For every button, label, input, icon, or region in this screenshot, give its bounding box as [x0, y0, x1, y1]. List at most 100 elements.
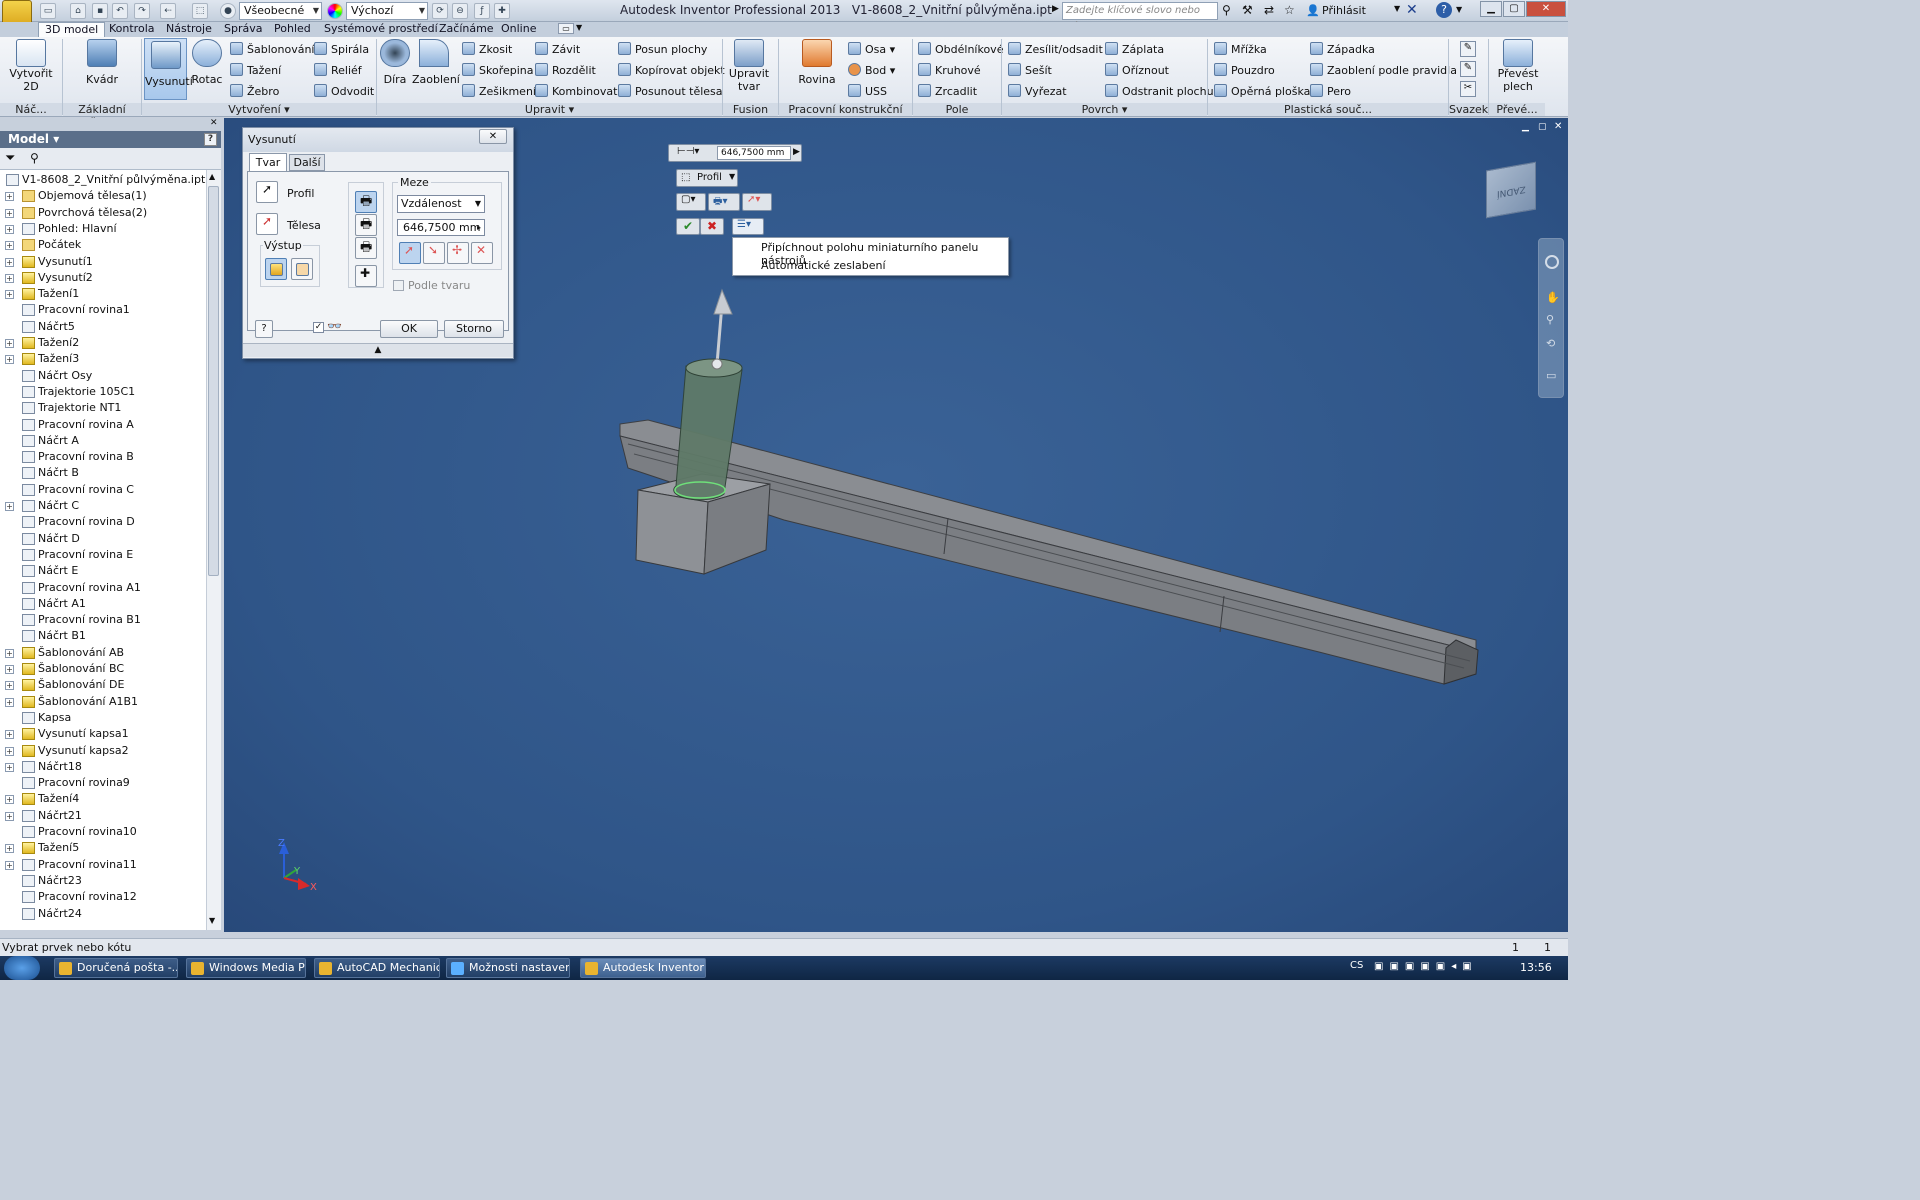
rule-fillet-button[interactable]: Zaoblení podle pravidla — [1310, 63, 1457, 77]
expand-icon[interactable]: + — [5, 860, 14, 870]
tab-view[interactable]: Pohled — [268, 22, 317, 37]
expand-icon[interactable]: + — [5, 192, 14, 202]
pan-icon[interactable]: ✋ — [1546, 291, 1560, 304]
view-restore-icon[interactable]: ▢ — [1538, 122, 1547, 132]
symmetric-button[interactable]: ✢ — [447, 242, 469, 264]
group-plastic-part[interactable]: Plastická souč... — [1208, 103, 1448, 116]
binoculars-icon[interactable]: ⚲ — [1222, 3, 1231, 17]
distance-mode-icon[interactable]: ⊢⊣▾ — [677, 146, 699, 157]
profile-select-button[interactable]: ➚ — [256, 181, 278, 203]
split-button[interactable]: Rozdělit — [535, 63, 596, 77]
direction-1-button[interactable]: ➚ — [399, 242, 421, 264]
extents-type-select[interactable]: Vzdálenost ▼ — [397, 195, 485, 213]
expand-icon[interactable]: + — [5, 730, 14, 740]
return-icon[interactable]: ⇠ — [160, 3, 176, 19]
exchange-apps-icon[interactable]: ✕ — [1406, 2, 1418, 18]
view-close-icon[interactable]: ✕ — [1554, 121, 1562, 132]
star-icon[interactable]: ☆ — [1284, 3, 1295, 17]
sculpt-button[interactable]: Vyřezat — [1008, 84, 1067, 98]
expand-icon[interactable]: + — [5, 648, 14, 658]
emboss-button[interactable]: Reliéf — [314, 63, 362, 77]
sweep-button[interactable]: Tažení — [230, 63, 281, 77]
color-icon[interactable] — [327, 3, 343, 19]
mirror-button[interactable]: Zrcadlit — [918, 84, 977, 98]
undo-icon[interactable]: ↶ — [112, 3, 128, 19]
mini-profile-button[interactable]: ⬚ Profil ▼ — [676, 169, 738, 187]
rest-button[interactable]: Opěrná ploška — [1214, 84, 1310, 98]
patch-button[interactable]: Záplata — [1105, 42, 1164, 56]
distance-flyout-icon[interactable]: ▸ — [477, 220, 481, 235]
expand-icon[interactable]: + — [5, 681, 14, 691]
minimize-button[interactable]: ▁ — [1480, 1, 1502, 17]
tab-shape[interactable]: Tvar — [249, 153, 287, 171]
search-expand-icon[interactable]: ▶ — [1052, 4, 1059, 14]
dialog-expand-toggle[interactable]: ▲ — [243, 343, 513, 357]
shell-button[interactable]: Skořepina — [462, 63, 534, 77]
extrude-button[interactable]: Vysunutí — [144, 38, 193, 100]
combine-button[interactable]: Kombinovat — [535, 84, 617, 98]
expand-icon[interactable]: + — [5, 273, 14, 283]
expand-icon[interactable]: + — [5, 844, 14, 854]
axis-button[interactable]: Osa ▾ — [848, 42, 895, 56]
match-shape-checkbox[interactable] — [393, 280, 404, 291]
group-create[interactable]: Vytvoření ▾ — [142, 103, 376, 116]
copy-object-button[interactable]: Kopírovat objekt — [618, 63, 725, 77]
fillet-button[interactable]: Zaoblení — [412, 39, 460, 86]
group-work-features[interactable]: Pracovní konstrukční prv... — [779, 103, 912, 116]
expand-icon[interactable]: + — [5, 762, 14, 772]
material-combo[interactable]: Výchozí ▼ — [346, 2, 428, 20]
view-minimize-icon[interactable]: ▁ — [1522, 122, 1529, 132]
plane-button[interactable]: Rovina — [798, 39, 836, 86]
maximize-button[interactable]: ▢ — [1503, 1, 1525, 17]
search-input[interactable]: Zadejte klíčové slovo nebo výraz. — [1062, 2, 1218, 32]
taskbar-item-autocad[interactable]: AutoCAD Mechanic... — [314, 958, 440, 978]
measure-icon[interactable]: ⊖ — [452, 3, 468, 19]
apply-arrow-icon[interactable]: ▶ — [793, 147, 800, 157]
tab-online[interactable]: Online — [495, 22, 542, 37]
harness-icon-2[interactable]: ✎ — [1460, 61, 1476, 77]
box-button[interactable]: Kvádr — [80, 39, 124, 86]
group-pattern[interactable]: Pole — [913, 103, 1001, 116]
trim-button[interactable]: Oříznout — [1105, 63, 1169, 77]
mini-direction-select[interactable]: ➚▾ — [742, 193, 772, 211]
properties-icon[interactable]: ● — [220, 3, 236, 19]
expand-icon[interactable]: + — [5, 224, 14, 234]
group-convert[interactable]: Převé... — [1489, 103, 1545, 116]
dialog-help-button[interactable]: ? — [255, 320, 273, 338]
start-button[interactable] — [4, 956, 40, 980]
expand-icon[interactable]: + — [5, 290, 14, 300]
move-bodies-button[interactable]: Posunout tělesa — [618, 84, 723, 98]
expand-icon[interactable]: + — [5, 795, 14, 805]
expand-icon[interactable]: + — [5, 257, 14, 267]
look-at-icon[interactable]: ▭ — [1546, 369, 1556, 382]
tab-3d-model[interactable]: 3D model — [38, 22, 106, 37]
expand-icon[interactable]: + — [5, 339, 14, 348]
mini-distance-input[interactable]: 646,7500 mm — [717, 146, 791, 160]
grill-button[interactable]: Mřížka — [1214, 42, 1267, 56]
distance-input[interactable]: 646,7500 mm ▸ — [397, 219, 485, 236]
language-indicator[interactable]: CS — [1350, 960, 1363, 971]
menu-item-auto-fade[interactable]: Automatické zeslabení — [761, 259, 886, 272]
zoom-icon[interactable]: ⚲ — [1546, 313, 1554, 326]
harness-icon-3[interactable]: ✂ — [1460, 81, 1476, 97]
taskbar-item-inventor[interactable]: Autodesk Inventor ... — [580, 958, 706, 978]
bodies-select-button[interactable]: ➚ — [256, 213, 278, 235]
output-solid-button[interactable] — [265, 258, 287, 280]
tab-environments[interactable]: Systémové prostředí — [318, 22, 444, 37]
tab-tools[interactable]: Nástroje — [160, 22, 218, 37]
tab-get-started[interactable]: Začínáme — [433, 22, 500, 37]
thread-button[interactable]: Závit — [535, 42, 580, 56]
expand-icon[interactable]: + — [5, 665, 14, 674]
point-button[interactable]: Bod ▾ — [848, 63, 895, 77]
expand-icon[interactable]: + — [5, 241, 14, 251]
move-face-button[interactable]: Posun plochy — [618, 42, 707, 56]
orbit-icon[interactable]: ⟲ — [1546, 337, 1555, 350]
stitch-button[interactable]: Sešít — [1008, 63, 1052, 77]
extrude-dialog[interactable]: Vysunutí ✕ Tvar Další ➚ Profil ➚ Tělesa … — [242, 127, 514, 359]
style-combo[interactable]: Všeobecné ▼ — [239, 2, 322, 20]
tools-icon[interactable]: ⚒ — [1242, 3, 1253, 17]
expand-icon[interactable]: + — [5, 502, 14, 511]
browser-help-icon[interactable]: ? — [204, 133, 217, 146]
output-surface-button[interactable] — [291, 258, 313, 280]
convert-sheet-metal-button[interactable]: Převést plech — [1494, 39, 1542, 93]
